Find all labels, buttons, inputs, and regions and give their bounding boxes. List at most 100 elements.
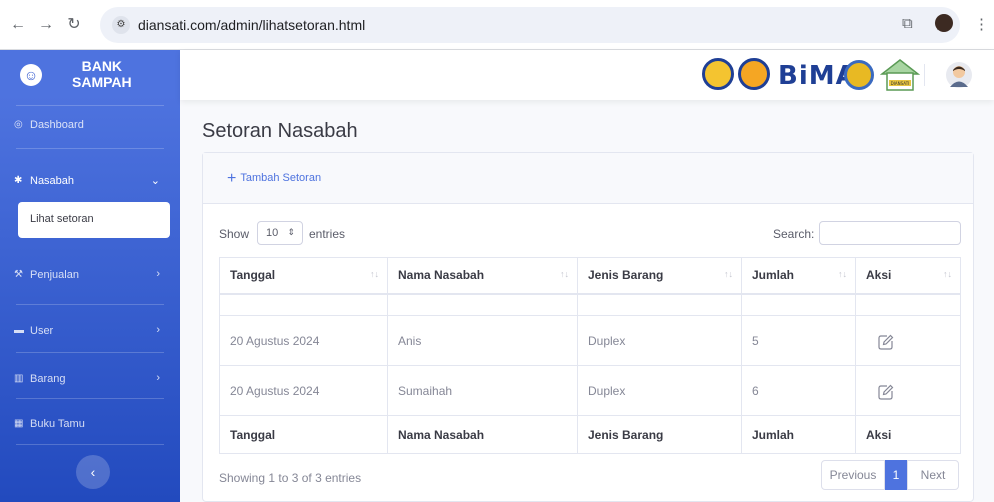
sidebar-divider: [16, 352, 164, 353]
edit-icon[interactable]: [878, 334, 894, 350]
header-label: Nama Nasabah: [398, 268, 485, 283]
header-jumlah[interactable]: Jumlah ↑↓: [741, 257, 856, 295]
footer-jumlah: Jumlah: [741, 415, 856, 454]
table-header-row: Tanggal ↑↓ Nama Nasabah ↑↓ Jenis Barang ↑↓ …: [219, 257, 961, 295]
cell-nama: Sumaihah: [387, 365, 578, 416]
setoran-card: + Tambah Setoran Show 10 ⇕ entries Search…: [202, 152, 974, 502]
sidebar-toggle-button[interactable]: ‹: [76, 455, 110, 489]
plus-icon: +: [227, 170, 237, 187]
page-1-button[interactable]: 1: [885, 460, 907, 490]
cell-aksi: [855, 315, 961, 366]
sidebar-item-buku-tamu[interactable]: ▦ Buku Tamu: [0, 407, 180, 443]
cell-nama: Anis: [387, 315, 578, 366]
sidebar-divider: [16, 304, 164, 305]
brand-text: BANK SAMPAH: [72, 58, 132, 90]
dashboard-icon: ◎: [14, 119, 23, 130]
browser-toolbar: ← → ↻ ⚙ diansati.com/admin/lihatsetoran.…: [0, 0, 994, 50]
brand[interactable]: ☺ BANK SAMPAH: [0, 50, 180, 100]
sort-icon: ↑↓: [560, 269, 569, 279]
profile-icon[interactable]: [934, 13, 954, 37]
footer-nama-nasabah: Nama Nasabah: [387, 415, 578, 454]
table-info: Showing 1 to 3 of 3 entries: [219, 471, 362, 485]
select-arrows-icon: ⇕: [287, 227, 295, 237]
header-label: Jenis Barang: [588, 268, 664, 283]
chart-icon: ▥: [14, 373, 24, 384]
sort-icon: ↑↓: [943, 269, 952, 279]
back-icon[interactable]: ←: [8, 15, 28, 35]
cell-jumlah: 5: [741, 315, 856, 366]
next-page-button[interactable]: Next: [907, 460, 959, 490]
sidebar: ☺ BANK SAMPAH ◎ Dashboard ✱ Nasabah ⌄ Li…: [0, 50, 180, 502]
cell-jenis: Duplex: [577, 365, 742, 416]
table-cell: [219, 293, 388, 316]
folder-icon: ▬: [14, 325, 24, 336]
sidebar-item-nasabah[interactable]: ✱ Nasabah ⌄: [0, 164, 180, 200]
sidebar-item-label: Dashboard: [30, 119, 84, 131]
sidebar-item-label: Nasabah: [30, 175, 75, 187]
table-row: 20 Agustus 2024 Anis Duplex 5: [219, 315, 961, 366]
entries-length-select[interactable]: 10 ⇕: [257, 221, 303, 245]
topbar: BiMA DIANSATI: [180, 50, 994, 100]
add-setoran-button[interactable]: + Tambah Setoran: [227, 170, 321, 188]
forward-icon[interactable]: →: [36, 15, 56, 35]
sidebar-item-label: Buku Tamu: [30, 418, 85, 430]
header-label: Jumlah: [752, 268, 795, 283]
search-input[interactable]: [819, 221, 961, 245]
sidebar-subitem-lihat-setoran[interactable]: Lihat setoran: [18, 202, 170, 238]
sidebar-divider: [16, 105, 164, 106]
table-row: 20 Agustus 2024 Sumaihah Duplex 6: [219, 365, 961, 416]
sidebar-item-user[interactable]: ▬ User ›: [0, 314, 180, 350]
header-aksi[interactable]: Aksi ↑↓: [855, 257, 961, 295]
footer-aksi: Aksi: [855, 415, 961, 454]
topbar-divider: [924, 64, 925, 86]
sidebar-item-penjualan[interactable]: ⚒ Penjualan ›: [0, 258, 180, 294]
sidebar-divider: [16, 398, 164, 399]
brand-line1: BANK: [81, 58, 123, 74]
table-icon: ▦: [14, 418, 24, 429]
length-label-entries: entries: [309, 227, 346, 241]
header-nama-nasabah[interactable]: Nama Nasabah ↑↓: [387, 257, 578, 295]
setoran-table: Tanggal ↑↓ Nama Nasabah ↑↓ Jenis Barang ↑↓ …: [219, 257, 961, 454]
table-footer-row: Tanggal Nama Nasabah Jenis Barang Jumlah…: [219, 415, 961, 454]
cell-jenis: Duplex: [577, 315, 742, 366]
chevron-right-icon: ›: [156, 324, 160, 336]
emblem-logo-icon: [702, 58, 734, 90]
header-jenis-barang[interactable]: Jenis Barang ↑↓: [577, 257, 742, 295]
brand-line2: SAMPAH: [72, 74, 132, 90]
header-label: Aksi: [866, 268, 892, 283]
site-info-icon[interactable]: ⚙: [112, 16, 130, 34]
extensions-icon[interactable]: ⧉: [902, 15, 913, 32]
sidebar-item-barang[interactable]: ▥ Barang ›: [0, 362, 180, 398]
sort-icon: ↑↓: [370, 269, 379, 279]
table-cell: [387, 293, 578, 316]
header-tanggal[interactable]: Tanggal ↑↓: [219, 257, 388, 295]
sidebar-divider: [16, 444, 164, 445]
table-cell: [855, 293, 961, 316]
page-title: Setoran Nasabah: [202, 120, 358, 142]
smile-icon: ☺: [20, 64, 42, 86]
reload-icon[interactable]: ↻: [64, 15, 84, 35]
chevron-right-icon: ›: [156, 372, 160, 384]
user-avatar-icon: [950, 66, 968, 87]
url-text: diansati.com/admin/lihatsetoran.html: [138, 17, 366, 33]
sort-icon: ↑↓: [838, 269, 847, 279]
sort-icon: ↑↓: [724, 269, 733, 279]
mascot-logo-icon: [738, 58, 770, 90]
cell-tanggal: 20 Agustus 2024: [219, 365, 388, 416]
address-bar[interactable]: ⚙ diansati.com/admin/lihatsetoran.html ☆: [100, 7, 960, 43]
edit-icon[interactable]: [878, 384, 894, 400]
chevron-down-icon: ⌄: [150, 175, 160, 187]
house-logo-icon: DIANSATI: [880, 59, 920, 91]
sidebar-item-dashboard[interactable]: ◎ Dashboard: [0, 108, 180, 144]
wrench-icon: ⚒: [14, 269, 23, 280]
header-label: Tanggal: [230, 268, 276, 283]
search-label: Search:: [773, 227, 815, 241]
cell-jumlah: 6: [741, 365, 856, 416]
avatar[interactable]: [946, 62, 972, 88]
footer-jenis-barang: Jenis Barang: [577, 415, 742, 454]
table-cell: [741, 293, 856, 316]
previous-page-button[interactable]: Previous: [821, 460, 885, 490]
browser-menu-icon[interactable]: ⋮: [974, 15, 989, 33]
length-label-show: Show: [219, 227, 250, 241]
table-row-empty: [219, 293, 961, 316]
